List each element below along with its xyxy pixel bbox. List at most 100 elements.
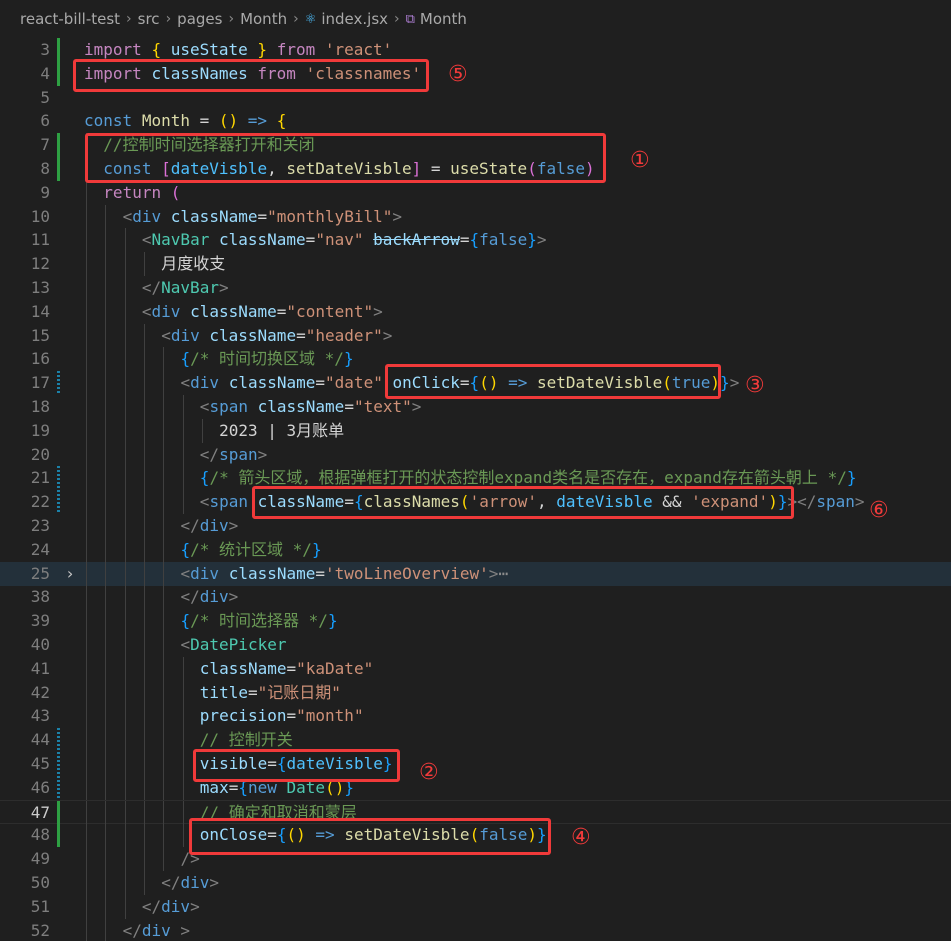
indent-guide xyxy=(143,537,145,562)
code-text[interactable]: {/* 统计区域 */} xyxy=(181,538,322,562)
code-line[interactable]: 25 › <div className='twoLineOverview'>⋯ xyxy=(0,561,951,586)
indent-guide xyxy=(124,847,126,872)
code-line[interactable]: 38 </div> xyxy=(0,585,951,610)
code-line[interactable]: 40 <DatePicker xyxy=(0,633,951,657)
code-token: = xyxy=(305,230,316,250)
git-change-indicator[interactable] xyxy=(57,371,60,396)
git-change-indicator[interactable] xyxy=(57,775,60,800)
code-token: div xyxy=(151,301,181,321)
indent-guide xyxy=(124,752,126,776)
highlight-box-classnames xyxy=(252,486,794,519)
code-line[interactable]: 24 {/* 统计区域 */} xyxy=(0,537,951,562)
indent-guide xyxy=(124,704,126,729)
code-line[interactable]: 45 visible={dateVisble} xyxy=(0,752,951,776)
indent-guide xyxy=(163,490,165,515)
git-change-indicator[interactable] xyxy=(57,61,60,86)
code-line[interactable]: 43 precision="month" xyxy=(0,704,951,729)
indent-guide xyxy=(86,918,87,941)
code-text[interactable]: <div className='twoLineOverview'>⋯ xyxy=(181,562,509,586)
git-change-indicator[interactable] xyxy=(57,133,60,158)
code-line[interactable]: 39 {/* 时间选择器 */} xyxy=(0,609,951,634)
code-line[interactable]: 52 </div > xyxy=(0,918,951,941)
breadcrumb-item-file[interactable]: index.jsx xyxy=(321,10,388,28)
code-token: div xyxy=(190,373,220,393)
git-change-indicator[interactable] xyxy=(57,728,60,753)
code-line[interactable]: 14 <div className="content"> xyxy=(0,299,951,324)
code-text[interactable]: </div> xyxy=(181,514,239,538)
code-line[interactable]: 10 <div className="monthlyBill"> xyxy=(0,204,951,229)
code-text[interactable]: <div className="monthlyBill"> xyxy=(123,205,402,229)
git-change-indicator[interactable] xyxy=(57,490,60,515)
code-text[interactable]: 月度收支 xyxy=(161,252,225,276)
line-number: 21 xyxy=(30,468,50,488)
indent-guide xyxy=(143,514,145,538)
code-text[interactable]: <div className="content"> xyxy=(142,300,383,324)
code-text[interactable]: </div> xyxy=(142,895,200,919)
code-line[interactable]: 9 return ( xyxy=(0,180,951,205)
code-token: > xyxy=(373,301,383,321)
code-line[interactable]: 20 </span> xyxy=(0,442,951,467)
code-line[interactable]: 11 <NavBar className="nav" backArrow={fal… xyxy=(0,228,951,253)
code-text[interactable]: </div> xyxy=(161,871,219,895)
code-text[interactable]: </NavBar> xyxy=(142,276,229,300)
code-line[interactable]: 41 className="kaDate" xyxy=(0,656,951,681)
breadcrumb-item-symbol[interactable]: Month xyxy=(420,10,467,28)
code-text[interactable]: precision="month" xyxy=(200,704,364,728)
indent-guide xyxy=(124,395,126,419)
code-token: { xyxy=(276,111,287,131)
code-token: className xyxy=(170,206,258,226)
code-token: = xyxy=(286,706,297,726)
code-line[interactable]: 13 </NavBar> xyxy=(0,276,951,300)
indent-guide xyxy=(105,728,107,753)
code-text[interactable]: </div > xyxy=(123,919,190,941)
git-change-indicator[interactable] xyxy=(57,38,60,62)
git-change-indicator[interactable] xyxy=(57,823,60,848)
code-text[interactable]: className="kaDate" xyxy=(200,657,373,681)
code-text[interactable]: <NavBar className="nav" backArrow={false… xyxy=(142,228,547,252)
breadcrumb-item-month-folder[interactable]: Month xyxy=(240,10,287,28)
code-line[interactable]: 19 2023 | 3月账单 xyxy=(0,418,951,443)
git-change-indicator[interactable] xyxy=(57,800,60,825)
line-number: 18 xyxy=(30,397,50,416)
code-text[interactable]: {/* 时间选择器 */} xyxy=(181,609,338,633)
code-line[interactable]: 44 // 控制开关 xyxy=(0,728,951,753)
code-text[interactable]: 2023 | 3月账单 xyxy=(219,419,344,443)
code-text[interactable]: const Month = () => { xyxy=(84,109,286,133)
code-line[interactable]: 12 月度收支 xyxy=(0,252,951,277)
breadcrumb-item-pages[interactable]: pages xyxy=(177,10,222,28)
code-text[interactable]: </div> xyxy=(181,585,239,609)
code-text[interactable]: <DatePicker xyxy=(181,633,287,657)
indent-guide xyxy=(124,490,126,515)
code-text[interactable]: <div className="header"> xyxy=(161,324,392,348)
git-change-indicator[interactable] xyxy=(57,466,60,491)
indent-guide xyxy=(143,800,145,825)
code-line[interactable]: 6 const Month = () => { xyxy=(0,109,951,133)
code-token: 2023 | 3月账单 xyxy=(219,420,345,440)
git-change-indicator[interactable] xyxy=(57,157,60,181)
code-text[interactable]: </span> xyxy=(200,443,267,467)
code-token: = xyxy=(344,397,354,416)
indent-guide xyxy=(105,490,107,515)
code-token: "kaDate" xyxy=(296,658,374,678)
indent-guide xyxy=(105,656,107,681)
fold-chevron-icon[interactable]: › xyxy=(63,562,77,586)
code-token: { xyxy=(180,539,191,559)
indent-guide xyxy=(105,228,107,253)
code-line[interactable]: 15 <div className="header"> xyxy=(0,323,951,348)
breadcrumb-item-src[interactable]: src xyxy=(138,10,160,28)
breadcrumb-item-project[interactable]: react-bill-test xyxy=(20,10,120,28)
code-line[interactable]: 50 </div> xyxy=(0,871,951,895)
code-text[interactable]: title="记账日期" xyxy=(200,681,341,705)
code-text[interactable]: {/* 时间切换区域 */} xyxy=(181,347,354,371)
code-line[interactable]: 42 title="记账日期" xyxy=(0,680,951,705)
code-line[interactable]: 46 max={new Date()} xyxy=(0,775,951,800)
code-text[interactable]: return ( xyxy=(103,181,180,205)
line-number: 41 xyxy=(30,658,50,678)
chevron-right-icon: › xyxy=(165,11,172,27)
indent-guide xyxy=(163,823,165,848)
git-change-indicator[interactable] xyxy=(57,752,60,776)
code-line[interactable]: 51 </div> xyxy=(0,894,951,919)
